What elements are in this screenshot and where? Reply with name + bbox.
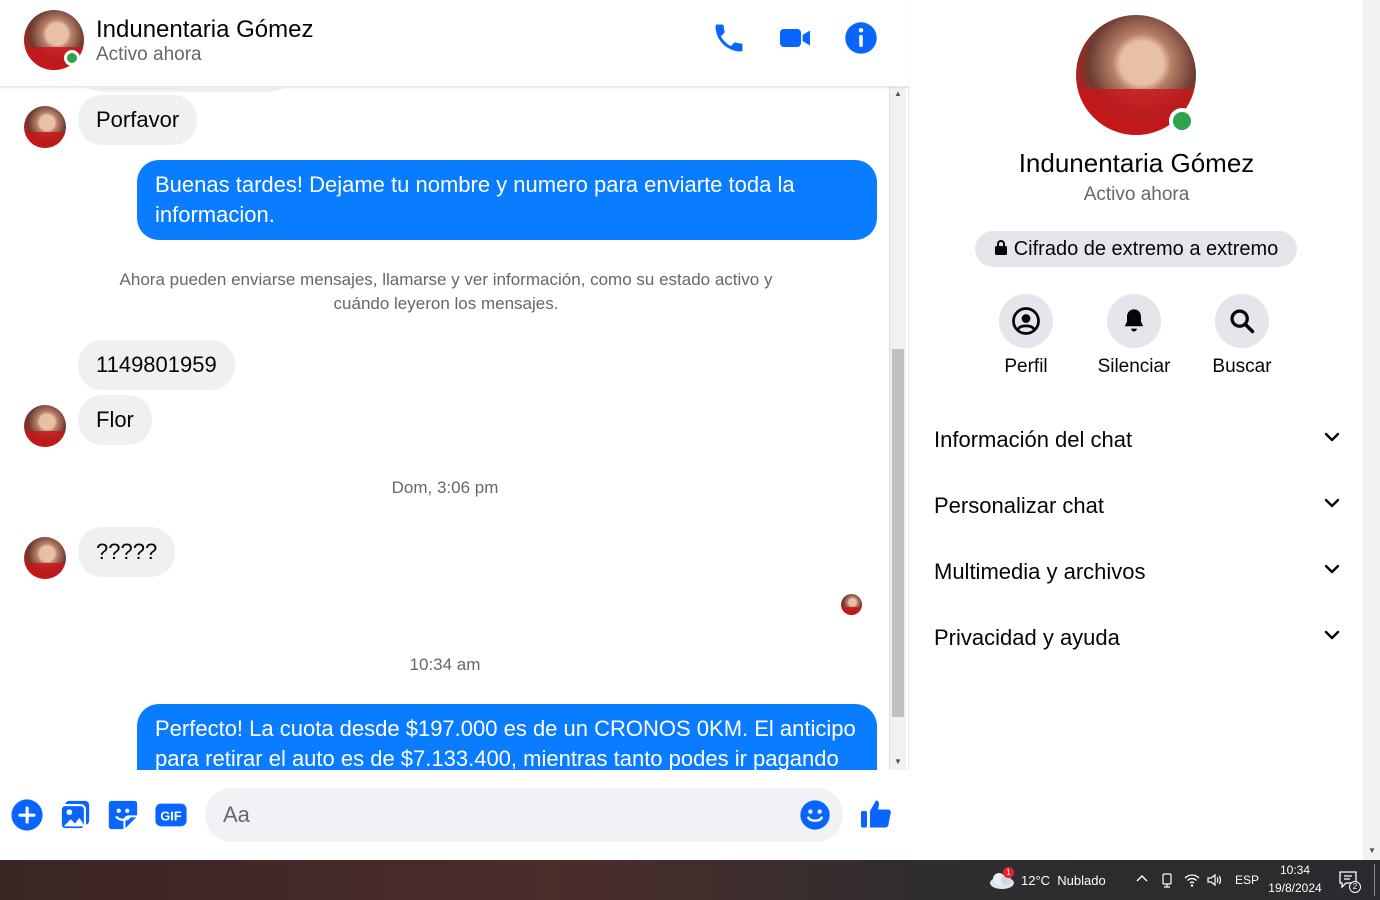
message-list[interactable]: Porfavor Buenas tardes! Dejame tu nombre… [0, 88, 890, 770]
chevron-down-icon [1322, 427, 1342, 453]
contact-name[interactable]: Indunentaria Gómez [96, 16, 313, 44]
scroll-down-arrow[interactable]: ▼ [890, 755, 906, 769]
chat-panel: Indunentaria Gómez Activo ahora Porfavor… [0, 0, 909, 860]
online-indicator [1169, 108, 1195, 134]
chevron-down-icon [1322, 493, 1342, 519]
sender-avatar [24, 537, 66, 579]
profile-status: Activo ahora [1083, 184, 1190, 205]
section-label: Personalizar chat [934, 493, 1104, 518]
wifi-icon[interactable] [1184, 872, 1200, 893]
search-icon [1215, 294, 1269, 348]
incoming-message[interactable]: ????? [78, 527, 176, 577]
contact-status: Activo ahora [96, 44, 202, 65]
thumbs-up-icon[interactable] [858, 796, 894, 832]
search-label: Buscar [1212, 356, 1272, 377]
profile-button[interactable]: Perfil [971, 294, 1081, 378]
scroll-thumb[interactable] [892, 349, 904, 717]
section-privacy-help[interactable]: Privacidad y ayuda [934, 610, 1342, 666]
outgoing-message[interactable]: Buenas tardes! Dejame tu nombre y numero… [137, 160, 877, 240]
section-chat-info[interactable]: Información del chat [934, 412, 1342, 468]
clock-time[interactable]: 10:34 [1268, 863, 1322, 877]
online-indicator [64, 50, 80, 66]
search-button[interactable]: Buscar [1187, 294, 1297, 378]
show-desktop-divider[interactable] [1374, 864, 1375, 896]
info-icon[interactable] [843, 20, 879, 56]
weather-alert-badge: 1 [1003, 867, 1014, 878]
message-bubble-partial [80, 88, 292, 92]
notification-count: 2 [1349, 881, 1361, 893]
bell-icon [1107, 294, 1161, 348]
timestamp-separator: 10:34 am [409, 655, 481, 674]
chevron-down-icon [1322, 559, 1342, 585]
video-call-icon[interactable] [777, 20, 813, 56]
mute-label: Silenciar [1097, 356, 1171, 377]
section-media-files[interactable]: Multimedia y archivos [934, 544, 1342, 600]
incoming-message[interactable]: 1149801959 [78, 340, 235, 390]
phone-call-icon[interactable] [711, 20, 747, 56]
clock-date[interactable]: 19/8/2024 [1266, 881, 1324, 895]
volume-icon[interactable] [1206, 872, 1222, 893]
sender-avatar [24, 405, 66, 447]
outgoing-message[interactable]: Perfecto! La cuota desde $197.000 es de … [137, 704, 877, 770]
language-indicator[interactable]: ESP [1235, 873, 1259, 887]
incoming-message[interactable]: Flor [78, 395, 152, 445]
seen-receipt-avatar [841, 594, 862, 615]
image-icon[interactable] [58, 798, 92, 832]
chat-header: Indunentaria Gómez Activo ahora [0, 0, 909, 87]
lock-icon [994, 238, 1008, 261]
meet-icon[interactable] [1160, 872, 1174, 893]
chevron-up-icon[interactable] [1135, 872, 1149, 891]
profile-name: Indunentaria Gómez [1018, 148, 1255, 178]
system-notice: Ahora pueden enviarse mensajes, llamarse… [119, 270, 773, 313]
message-scrollbar[interactable]: ▲ ▼ [889, 87, 906, 771]
section-customize-chat[interactable]: Personalizar chat [934, 478, 1342, 534]
svg-text:GIF: GIF [160, 809, 181, 824]
windows-taskbar: 1 12°C Nublado ESP 10:34 19/8/2024 2 [0, 860, 1380, 900]
scroll-down-arrow[interactable]: ▼ [1364, 844, 1380, 858]
emoji-icon[interactable] [799, 799, 831, 831]
conversation-details-panel: Indunentaria Gómez Activo ahora Cifrado … [910, 0, 1363, 860]
scroll-up-arrow[interactable]: ▲ [890, 87, 906, 101]
encryption-badge[interactable]: Cifrado de extremo a extremo [975, 231, 1297, 267]
sender-avatar [24, 106, 66, 148]
mute-button[interactable]: Silenciar [1079, 294, 1189, 378]
weather-text[interactable]: 12°C Nublado [1021, 873, 1106, 888]
plus-icon[interactable] [10, 798, 44, 832]
message-input[interactable] [205, 788, 843, 842]
sticker-icon[interactable] [106, 798, 140, 832]
profile-icon [999, 294, 1053, 348]
section-label: Privacidad y ayuda [934, 625, 1120, 650]
section-label: Información del chat [934, 427, 1133, 452]
profile-label: Perfil [1004, 356, 1048, 377]
page-scrollbar[interactable]: ▼ [1363, 0, 1380, 860]
encryption-label: Cifrado de extremo a extremo [1013, 237, 1279, 260]
timestamp-separator: Dom, 3:06 pm [391, 478, 499, 497]
section-label: Multimedia y archivos [934, 559, 1146, 584]
incoming-message[interactable]: Porfavor [78, 95, 198, 145]
gif-icon[interactable]: GIF [154, 798, 188, 832]
chevron-down-icon [1322, 625, 1342, 651]
